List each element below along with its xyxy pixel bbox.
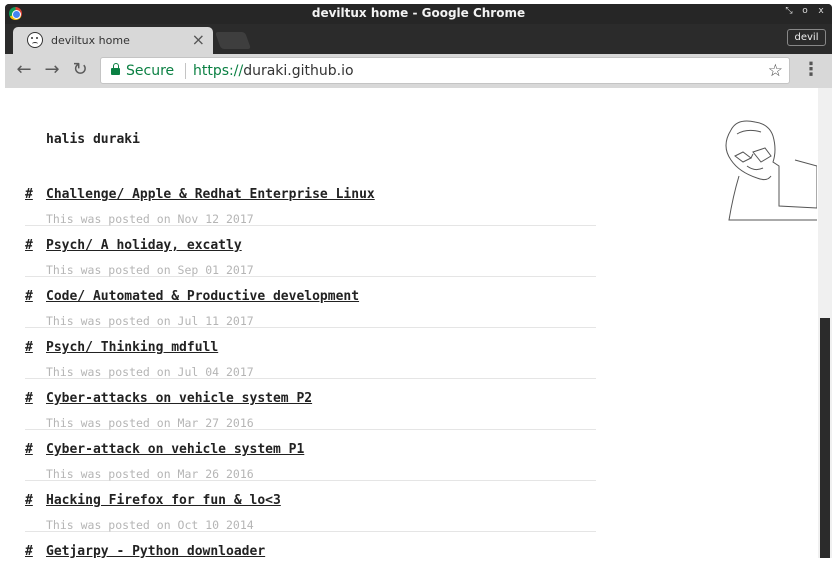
post-title-link[interactable]: Psych/ Thinking mdfull	[46, 340, 218, 355]
url-scheme: https://	[193, 63, 244, 79]
list-item: # Psych/ A holiday, excatly This was pos…	[25, 226, 596, 277]
window-controls: ⤡ o x	[784, 6, 826, 16]
url-host: duraki.github.io	[243, 63, 354, 79]
list-item: # Hacking Firefox for fun & lo<3 This wa…	[25, 481, 596, 532]
address-bar[interactable]: Secure https://duraki.github.io ☆	[100, 57, 790, 84]
post-anchor[interactable]: #	[25, 544, 33, 558]
post-anchor[interactable]: #	[25, 289, 33, 304]
avatar-sketch	[725, 120, 817, 221]
list-item: # Cyber-attack on vehicle system P1 This…	[25, 430, 596, 481]
post-date: This was posted on Jul 04 2017	[46, 365, 254, 379]
list-item: # Getjarpy - Python downloader	[25, 532, 596, 558]
url-separator	[185, 63, 186, 79]
tab-deviltux-home[interactable]: deviltux home ×	[13, 27, 213, 54]
post-date: This was posted on Mar 26 2016	[46, 467, 254, 481]
list-item: # Challenge/ Apple & Redhat Enterprise L…	[25, 175, 596, 226]
post-date: This was posted on Jul 11 2017	[46, 314, 254, 328]
post-anchor[interactable]: #	[25, 391, 33, 406]
browser-window: deviltux home - Google Chrome ⤡ o x devi…	[5, 4, 832, 558]
close-tab-icon[interactable]: ×	[192, 30, 205, 49]
post-date: This was posted on Mar 27 2016	[46, 416, 254, 430]
post-anchor[interactable]: #	[25, 238, 33, 253]
post-date: This was posted on Sep 01 2017	[46, 263, 254, 277]
site-title: halis duraki	[46, 132, 140, 147]
post-date: This was posted on Nov 12 2017	[46, 212, 254, 226]
post-title-link[interactable]: Cyber-attack on vehicle system P1	[46, 442, 304, 457]
post-title-link[interactable]: Challenge/ Apple & Redhat Enterprise Lin…	[46, 187, 375, 202]
close-window-button[interactable]: x	[816, 6, 826, 16]
post-title-link[interactable]: Psych/ A holiday, excatly	[46, 238, 242, 253]
tab-strip: deviltux home × devil	[5, 24, 832, 54]
sad-face-favicon-icon	[27, 32, 43, 48]
window-title: deviltux home - Google Chrome	[311, 6, 526, 20]
minimize-button[interactable]: o	[800, 6, 810, 16]
chrome-menu-icon[interactable]: ⋮	[802, 60, 820, 80]
post-anchor[interactable]: #	[25, 340, 33, 355]
post-title-link[interactable]: Getjarpy - Python downloader	[46, 544, 265, 558]
post-title-link[interactable]: Cyber-attacks on vehicle system P2	[46, 391, 312, 406]
post-anchor[interactable]: #	[25, 442, 33, 457]
list-item: # Psych/ Thinking mdfull This was posted…	[25, 328, 596, 379]
reload-icon[interactable]: ↻	[69, 59, 91, 81]
scrollbar-thumb[interactable]	[820, 318, 830, 558]
post-title-link[interactable]: Hacking Firefox for fun & lo<3	[46, 493, 281, 508]
post-title-link[interactable]: Code/ Automated & Productive development	[46, 289, 359, 304]
new-tab-button[interactable]	[214, 32, 252, 49]
forward-arrow-icon[interactable]: →	[41, 59, 63, 81]
page-viewport: halis duraki # Challenge/ Apple & Redhat…	[5, 88, 818, 558]
secure-label: Secure	[126, 63, 175, 79]
post-date: This was posted on Oct 10 2014	[46, 518, 254, 532]
browser-toolbar: ← → ↻ Secure https://duraki.github.io ☆ …	[5, 54, 832, 88]
list-item: # Cyber-attacks on vehicle system P2 Thi…	[25, 379, 596, 430]
vertical-scrollbar[interactable]	[818, 88, 832, 558]
bookmark-star-icon[interactable]: ☆	[768, 61, 783, 81]
list-item: # Code/ Automated & Productive developme…	[25, 277, 596, 328]
back-arrow-icon[interactable]: ←	[13, 59, 35, 81]
profile-button[interactable]: devil	[787, 29, 826, 46]
post-anchor[interactable]: #	[25, 493, 33, 508]
lock-icon	[111, 63, 120, 75]
post-anchor[interactable]: #	[25, 187, 33, 202]
maximize-button[interactable]: ⤡	[784, 6, 794, 16]
tab-title: deviltux home	[51, 34, 130, 47]
title-bar: deviltux home - Google Chrome ⤡ o x	[5, 4, 832, 24]
url-text[interactable]: https://duraki.github.io	[193, 63, 354, 79]
